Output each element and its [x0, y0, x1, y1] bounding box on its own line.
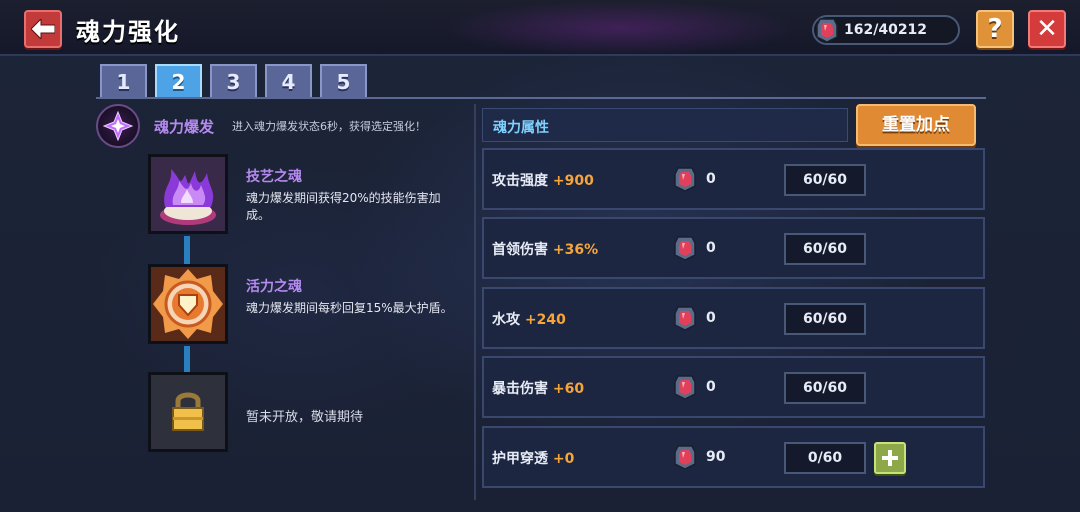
- tab-4[interactable]: 4: [265, 64, 312, 98]
- top-bar: 魂力强化 162/40212 ? ✕: [0, 0, 1080, 56]
- reset-points-button[interactable]: 重置加点: [856, 104, 976, 146]
- skill-name-vitality: 活力之魂: [246, 279, 302, 295]
- skill-card-vitality[interactable]: [148, 264, 228, 344]
- locked-skill-text: 暂未开放，敬请期待: [246, 410, 364, 425]
- soul-attributes-header: 魂力属性: [482, 108, 848, 142]
- soul-gem-icon: [674, 235, 696, 265]
- back-arrow-icon: [31, 19, 55, 39]
- attribute-bonus: +60: [552, 381, 585, 397]
- soul-burst-header: 魂力爆发 进入魂力爆发状态6秒，获得选定强化！: [96, 100, 472, 150]
- tabs-underline: [96, 97, 986, 99]
- attribute-name: 水攻 +240: [492, 312, 566, 328]
- attribute-level: 60/60: [784, 164, 866, 196]
- panel-divider: [474, 104, 476, 500]
- soul-gem-icon: [816, 17, 838, 43]
- attribute-cost: 0: [706, 240, 716, 256]
- question-icon: ?: [987, 14, 1003, 44]
- attribute-row: 暴击伤害 +60 0 60/60: [482, 356, 985, 418]
- soul-gem-icon: [674, 166, 696, 196]
- attribute-row: 水攻 +240 0 60/60: [482, 287, 985, 349]
- soul-burst-desc: 进入魂力爆发状态6秒，获得选定强化！: [232, 120, 426, 133]
- soul-burst-icon: [96, 104, 140, 148]
- help-button[interactable]: ?: [976, 10, 1014, 48]
- close-icon: ✕: [1036, 14, 1058, 44]
- purple-flame-icon: [151, 157, 225, 231]
- skill-desc-vitality: 魂力爆发期间每秒回复15%最大护盾。: [246, 301, 453, 315]
- attribute-name: 首领伤害 +36%: [492, 242, 599, 258]
- attribute-cost: 0: [706, 310, 716, 326]
- skill-card-locked: [148, 372, 228, 452]
- attribute-row: 攻击强度 +900 0 60/60: [482, 148, 985, 210]
- lock-icon: [151, 375, 225, 449]
- attribute-level: 60/60: [784, 303, 866, 335]
- attribute-name: 攻击强度 +900: [492, 173, 594, 189]
- header-glow: [440, 0, 800, 56]
- attribute-cost: 0: [706, 379, 716, 395]
- tab-2[interactable]: 2: [155, 64, 202, 98]
- tab-5[interactable]: 5: [320, 64, 367, 98]
- tab-3[interactable]: 3: [210, 64, 257, 98]
- attribute-level: 60/60: [784, 372, 866, 404]
- attribute-bonus: +0: [552, 451, 575, 467]
- attribute-bonus: +36%: [552, 242, 599, 258]
- currency-amount: 162/40212: [844, 22, 928, 38]
- attribute-row: 护甲穿透 +0 90 0/60: [482, 426, 985, 488]
- attribute-level: 0/60: [784, 442, 866, 474]
- skill-desc-technique: 魂力爆发期间获得20%的技能伤害加成。: [246, 191, 441, 222]
- attribute-row: 首领伤害 +36% 0 60/60: [482, 217, 985, 279]
- soul-gem-icon: [674, 305, 696, 335]
- attribute-bonus: +900: [552, 173, 594, 189]
- attribute-bonus: +240: [524, 312, 566, 328]
- skill-connector: [184, 236, 190, 264]
- soul-attributes-title: 魂力属性: [493, 120, 549, 136]
- skill-connector: [184, 346, 190, 372]
- page-title: 魂力强化: [76, 18, 180, 46]
- add-point-button[interactable]: [874, 442, 906, 474]
- skill-card-technique[interactable]: [148, 154, 228, 234]
- attribute-name: 暴击伤害 +60: [492, 381, 585, 397]
- page-tabs: 1 2 3 4 5: [100, 64, 367, 98]
- orange-shield-icon: [151, 267, 225, 341]
- attribute-name: 护甲穿透 +0: [492, 451, 575, 467]
- back-button[interactable]: [24, 10, 62, 48]
- soul-currency-display: 162/40212: [812, 15, 960, 45]
- attribute-cost: 0: [706, 171, 716, 187]
- attribute-cost: 90: [706, 449, 726, 465]
- close-button[interactable]: ✕: [1028, 10, 1066, 48]
- skill-name-technique: 技艺之魂: [246, 169, 302, 185]
- soul-burst-title: 魂力爆发: [154, 118, 215, 136]
- soul-gem-icon: [674, 444, 696, 474]
- attribute-level: 60/60: [784, 233, 866, 265]
- tab-1[interactable]: 1: [100, 64, 147, 98]
- soul-gem-icon: [674, 374, 696, 404]
